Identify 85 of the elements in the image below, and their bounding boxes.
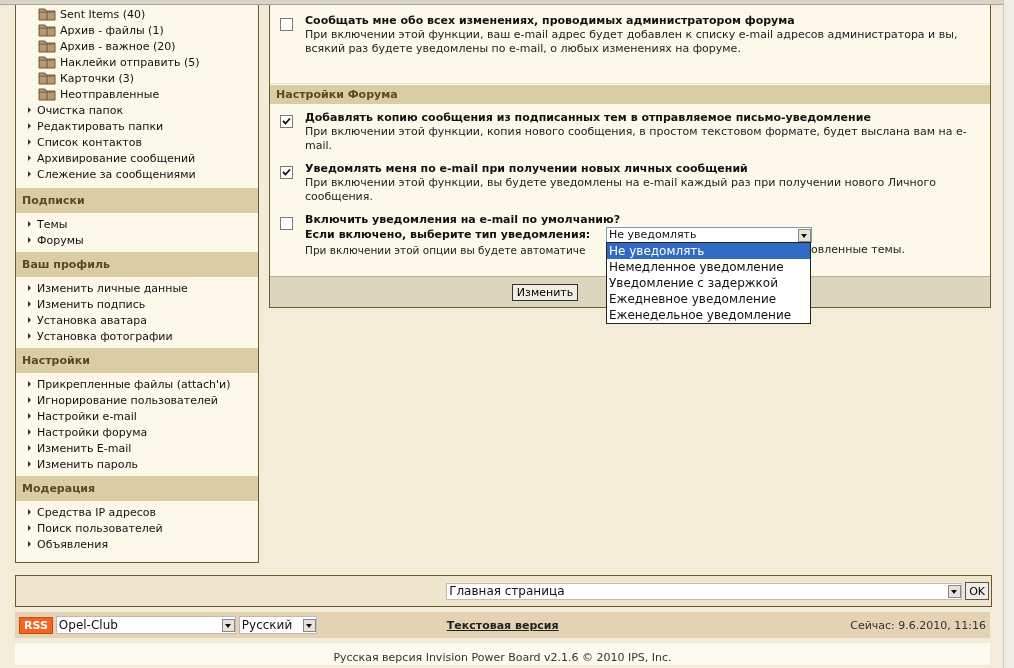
section-header: Настройки Форума: [270, 85, 990, 104]
menu-link[interactable]: Изменить личные данные: [37, 281, 188, 295]
folder-icon: [38, 87, 56, 101]
folder-icon: [38, 39, 56, 53]
menu-link[interactable]: Игнорирование пользователей: [37, 393, 218, 407]
checkbox[interactable]: [280, 115, 293, 128]
bullet-icon: [28, 397, 31, 403]
checkbox[interactable]: [280, 166, 293, 179]
bullet-icon: [28, 155, 31, 161]
menu-link[interactable]: Настройки e-mail: [37, 409, 137, 423]
scrollbar[interactable]: [1003, 0, 1014, 668]
bullet-icon: [28, 237, 31, 243]
menu-link[interactable]: Изменить E-mail: [37, 441, 132, 455]
text-version-link[interactable]: Текстовая версия: [446, 618, 559, 632]
option-description: При включении этой функции, копия нового сообщения, в простом текстовом формате, будет выслана вам на e-mail.: [305, 125, 968, 153]
menu-link[interactable]: Объявления: [37, 537, 109, 551]
option-description: При включении этой опции вы будете автоматиче: [305, 243, 587, 257]
folder-icon: [38, 23, 56, 37]
menu-link[interactable]: Изменить пароль: [37, 457, 139, 471]
skin-select[interactable]: Opel-Club: [55, 616, 236, 634]
menu-link[interactable]: Редактировать папки: [37, 119, 164, 133]
language-select[interactable]: Русский: [238, 616, 317, 634]
folder-link[interactable]: Sent Items (40): [60, 7, 146, 21]
menu-link[interactable]: Поиск пользователей: [37, 521, 163, 535]
menu-link[interactable]: Темы: [37, 217, 68, 231]
checkbox[interactable]: [280, 217, 293, 230]
bullet-icon: [28, 461, 31, 467]
notification-select[interactable]: Не уведомлять: [606, 227, 812, 243]
option-title: Уведомлять меня по e-mail при получении новых личных сообщений: [305, 162, 749, 176]
section-header: Настройки: [16, 348, 258, 373]
field-label: Если включено, выберите тип уведомления:: [305, 228, 592, 242]
bullet-icon: [28, 317, 31, 323]
folder-icon: [38, 55, 56, 69]
dropdown-option[interactable]: Не уведомлять: [607, 243, 810, 259]
menu-link[interactable]: Изменить подпись: [37, 297, 146, 311]
bullet-icon: [28, 525, 31, 531]
folder-link[interactable]: Архив - файлы (1): [60, 23, 164, 37]
menu-link[interactable]: Установка фотографии: [37, 329, 173, 343]
bullet-icon: [28, 285, 31, 291]
submit-button[interactable]: Изменить: [511, 283, 579, 301]
bullet-icon: [28, 333, 31, 339]
menu-link[interactable]: Архивирование сообщений: [37, 151, 196, 165]
option-title: Добавлять копию сообщения из подписанных тем в отправляемое письмо-уведомление: [305, 111, 872, 125]
bullet-icon: [28, 107, 31, 113]
dropdown-option[interactable]: Еженедельное уведомление: [607, 307, 810, 323]
menu-link[interactable]: Очистка папок: [37, 103, 124, 117]
current-time: Сейчас: 9.6.2010, 11:16: [850, 618, 986, 632]
menu-link[interactable]: Настройки форума: [37, 425, 148, 439]
bullet-icon: [28, 301, 31, 307]
option-description: овленные темы.: [811, 243, 905, 257]
dropdown-option[interactable]: Ежедневное уведомление: [607, 291, 810, 307]
section-header: Модерация: [16, 476, 258, 501]
folder-icon: [38, 71, 56, 85]
dropdown-option[interactable]: Немедленное уведомление: [607, 259, 810, 275]
folder-link[interactable]: Неотправленные: [60, 87, 160, 101]
menu-link[interactable]: Средства IP адресов: [37, 505, 156, 519]
copyright-text: Русская версия Invision Power Board v2.1.6 © 2010 IPS, Inc.: [333, 651, 672, 665]
menu-link[interactable]: Форумы: [37, 233, 84, 247]
bullet-icon: [28, 413, 31, 419]
bullet-icon: [28, 509, 31, 515]
bullet-icon: [28, 541, 31, 547]
option-title: Включить уведомления на e-mail по умолчанию?: [305, 213, 621, 227]
option-description: При включении этой функции, вы будете уведомлены на e-mail каждый раз при получении нового Личного сообщения.: [305, 176, 938, 204]
bullet-icon: [28, 171, 31, 177]
menu-link[interactable]: Список контактов: [37, 135, 142, 149]
bullet-icon: [28, 429, 31, 435]
section-header: Ваш профиль: [16, 252, 258, 277]
section-header: Подписки: [16, 188, 258, 213]
checkbox[interactable]: [280, 18, 293, 31]
bullet-icon: [28, 221, 31, 227]
folder-link[interactable]: Карточки (3): [60, 71, 135, 85]
ok-button[interactable]: OK: [965, 582, 989, 600]
bullet-icon: [28, 123, 31, 129]
bullet-icon: [28, 381, 31, 387]
menu-link[interactable]: Слежение за сообщениями: [37, 167, 196, 181]
bullet-icon: [28, 139, 31, 145]
folder-link[interactable]: Наклейки отправить (5): [60, 55, 200, 69]
option-title: Сообщать мне обо всех изменениях, проводимых администратором форума: [305, 14, 796, 28]
option-description: При включении этой функции, ваш e-mail адрес будет добавлен к списку e-mail адресов администратора и вы, всякий раз будете уведомлены по e-mail, о любых изменениях на форуме.: [305, 28, 959, 56]
dropdown-option[interactable]: Уведомление с задержкой: [607, 275, 810, 291]
menu-link[interactable]: Установка аватара: [37, 313, 148, 327]
bullet-icon: [28, 445, 31, 451]
menu-link[interactable]: Прикрепленные файлы (attach'и): [37, 377, 231, 391]
jump-select[interactable]: Главная страница: [446, 582, 963, 600]
folder-link[interactable]: Архив - важное (20): [60, 39, 176, 53]
